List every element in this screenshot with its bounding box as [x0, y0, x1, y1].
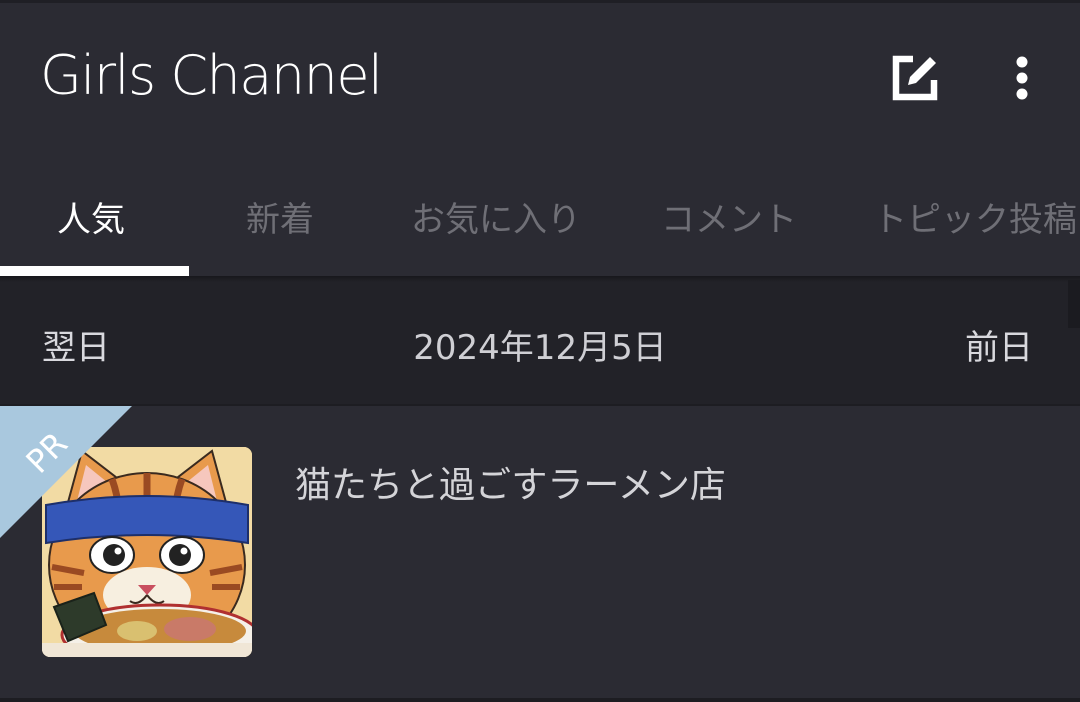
pr-badge: PR — [0, 406, 132, 538]
more-vertical-icon — [1016, 56, 1028, 100]
tab-bar: 人気 新着 お気に入り コメント トピック投稿 — [0, 148, 1080, 276]
app-bar: Girls Channel — [0, 3, 1080, 148]
topic-title: 猫たちと過ごすラーメン店 — [295, 465, 726, 506]
date-navigation: 2024年12月5日 翌日 前日 — [0, 276, 1080, 404]
next-day-button[interactable]: 翌日 — [42, 320, 110, 369]
tab-new[interactable]: 新着 — [246, 192, 314, 241]
app-screen: Girls Channel 人気 新着 お気に入り コメント トピック投稿 20… — [0, 0, 1080, 702]
tab-shadow — [0, 276, 1080, 282]
edit-icon — [892, 55, 938, 101]
previous-day-button[interactable]: 前日 — [965, 320, 1033, 369]
tab-popular[interactable]: 人気 — [57, 192, 125, 241]
app-title: Girls Channel — [40, 44, 383, 107]
list-divider — [0, 698, 1080, 702]
tab-favorites[interactable]: お気に入り — [411, 192, 581, 241]
tab-indicator — [0, 266, 189, 276]
current-date: 2024年12月5日 — [413, 328, 667, 368]
tab-post-topic[interactable]: トピック投稿 — [873, 192, 1077, 241]
compose-button[interactable] — [880, 43, 950, 113]
tab-comments[interactable]: コメント — [661, 192, 797, 241]
more-options-button[interactable] — [987, 43, 1057, 113]
topic-item[interactable]: PR 猫たちと過ごすラーメン店 — [0, 406, 1080, 698]
scrollbar[interactable] — [1068, 280, 1080, 328]
